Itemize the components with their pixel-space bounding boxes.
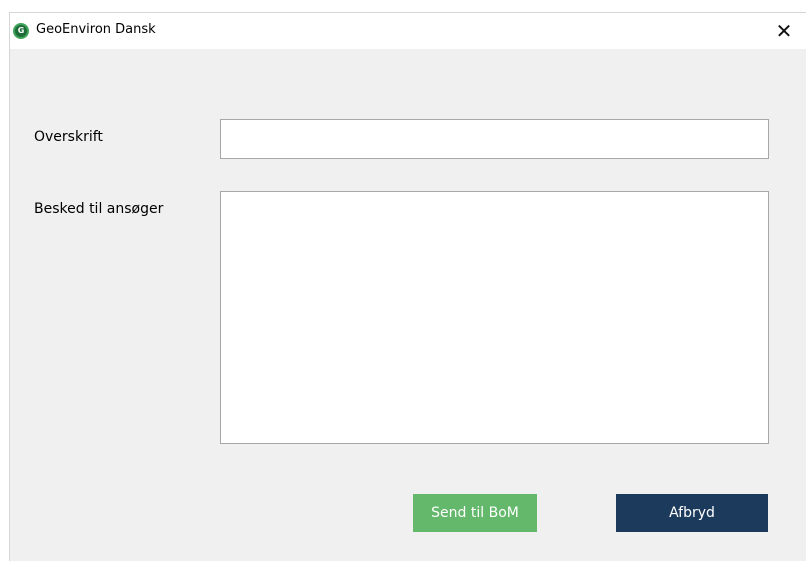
cancel-button[interactable]: Afbryd — [616, 494, 768, 532]
geoenviron-logo-icon: G — [13, 23, 29, 39]
heading-input[interactable] — [220, 119, 769, 159]
message-label: Besked til ansøger — [34, 201, 164, 217]
dialog-window: G GeoEnviron Dansk ✕ Overskrift Besked t… — [9, 12, 806, 561]
heading-label: Overskrift — [34, 129, 103, 145]
message-textarea[interactable] — [220, 191, 769, 444]
window-title: GeoEnviron Dansk — [36, 22, 156, 37]
title-bar: G GeoEnviron Dansk ✕ — [10, 13, 806, 49]
send-to-bom-button[interactable]: Send til BoM — [413, 494, 537, 532]
close-icon[interactable]: ✕ — [762, 13, 806, 49]
